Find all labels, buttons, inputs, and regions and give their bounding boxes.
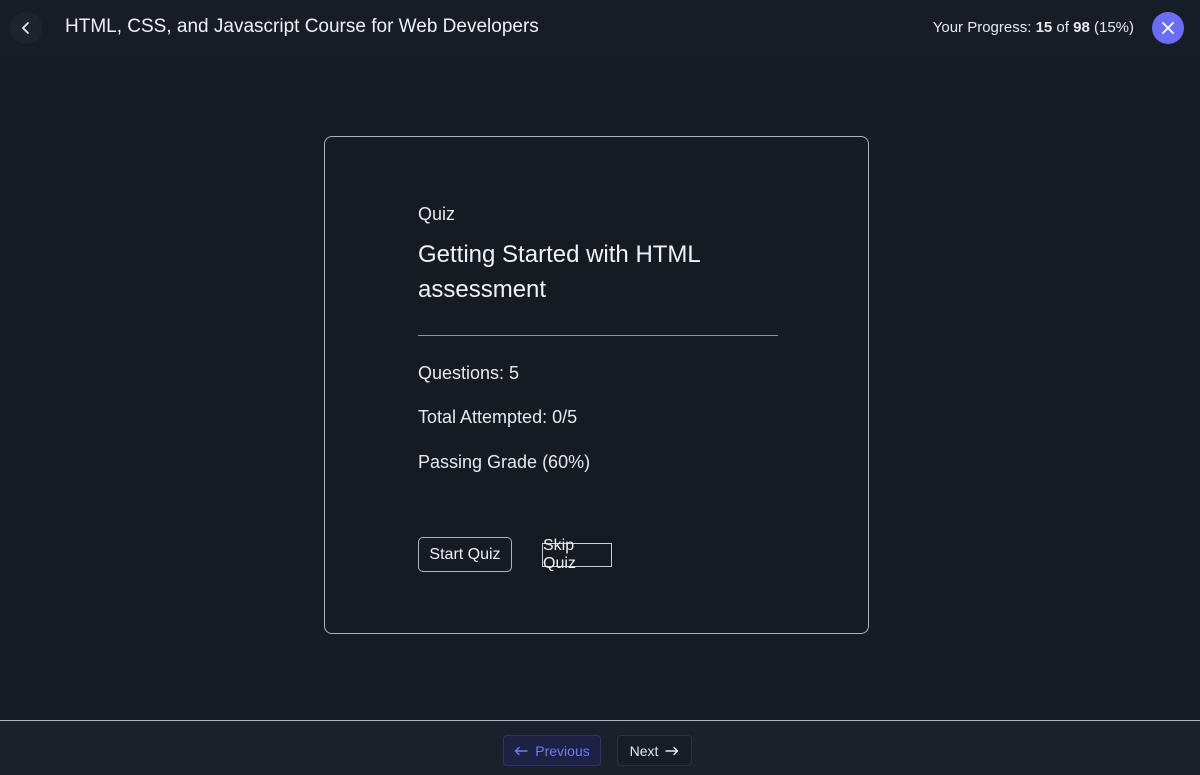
quiz-card: Quiz Getting Started with HTML assessmen… xyxy=(324,136,869,634)
progress-indicator: Your Progress: 15 of 98 (15%) xyxy=(933,19,1134,36)
chevron-left-icon xyxy=(19,21,33,35)
next-label: Next xyxy=(629,742,659,759)
top-bar: HTML, CSS, and Javascript Course for Web… xyxy=(0,0,1200,56)
arrow-left-icon xyxy=(514,746,528,756)
course-title: HTML, CSS, and Javascript Course for Web… xyxy=(65,16,539,37)
skip-quiz-button[interactable]: Skip Quiz xyxy=(542,537,612,572)
arrow-right-icon xyxy=(665,746,679,756)
progress-percent: (15%) xyxy=(1089,19,1134,36)
progress-current: 15 xyxy=(1035,19,1053,36)
previous-button[interactable]: Previous xyxy=(503,735,601,766)
questions-count: Questions: 5 xyxy=(418,363,520,383)
back-button[interactable] xyxy=(10,12,42,44)
progress-prefix: Your Progress: xyxy=(932,19,1036,36)
total-attempted: Total Attempted: 0/5 xyxy=(418,407,578,427)
passing-grade: Passing Grade (60%) xyxy=(418,452,591,472)
start-quiz-button[interactable]: Start Quiz xyxy=(418,537,512,572)
divider xyxy=(418,335,778,336)
quiz-label: Quiz xyxy=(418,204,456,224)
footer-nav: Previous Next xyxy=(0,720,1200,775)
progress-total: 98 xyxy=(1073,19,1090,36)
quiz-title: Getting Started with HTML assessment xyxy=(418,241,700,303)
close-button[interactable] xyxy=(1152,12,1184,44)
close-icon xyxy=(1161,21,1175,35)
previous-label: Previous xyxy=(535,742,590,759)
progress-sep: of xyxy=(1052,19,1074,36)
next-button[interactable]: Next xyxy=(617,735,692,766)
